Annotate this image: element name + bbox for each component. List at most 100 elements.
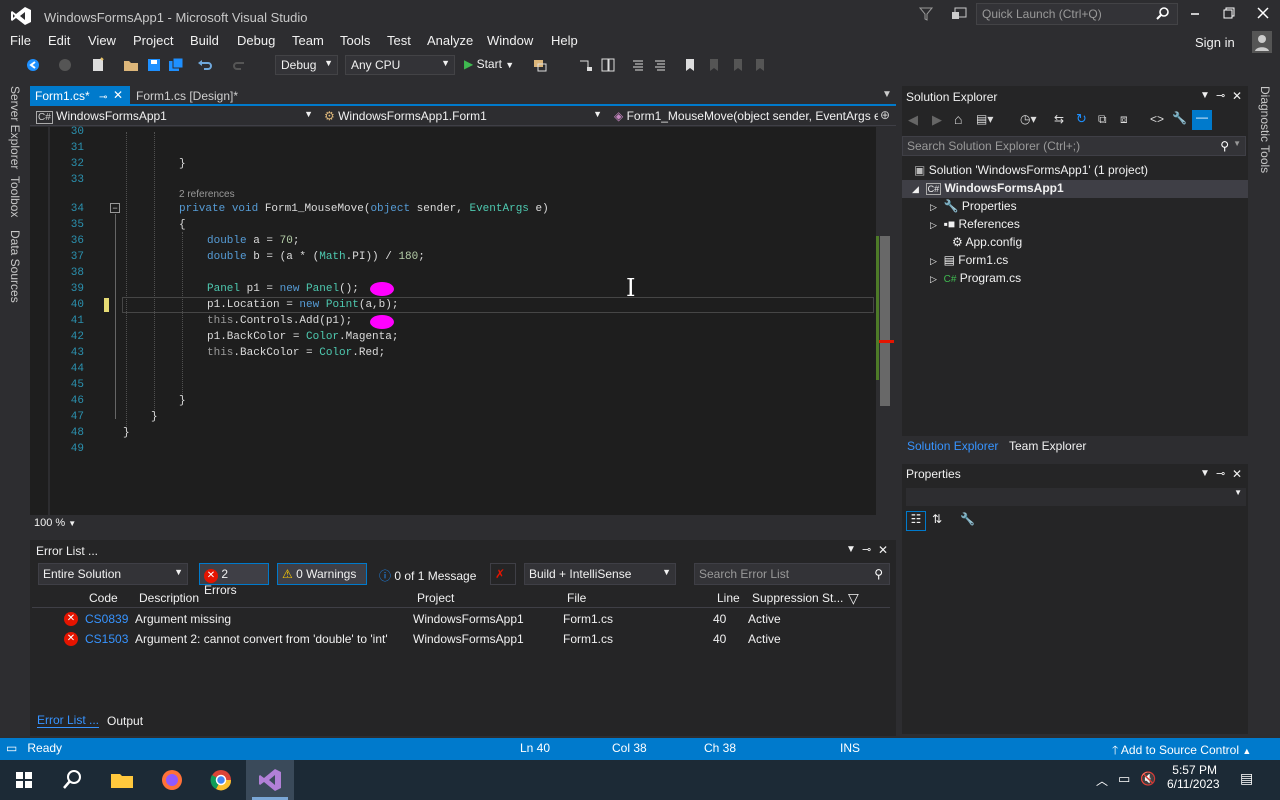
col-file[interactable]: File: [567, 591, 586, 605]
menu-help[interactable]: Help: [551, 33, 578, 48]
error-search-input[interactable]: Search Error List ⚲: [694, 563, 890, 585]
warnings-filter-button[interactable]: ⚠ 0 Warnings: [277, 563, 367, 585]
file-explorer-icon[interactable]: [108, 766, 136, 794]
menu-debug[interactable]: Debug: [237, 33, 275, 48]
menu-build[interactable]: Build: [190, 33, 219, 48]
switch-views-icon[interactable]: ▤▾: [976, 112, 993, 126]
se-back-icon[interactable]: ◀: [908, 112, 918, 128]
scope-dropdown[interactable]: Entire Solution ▼: [38, 563, 188, 585]
firefox-icon[interactable]: [158, 766, 186, 794]
object-selector[interactable]: ▼: [906, 488, 1246, 506]
undo-icon[interactable]: [197, 57, 213, 73]
errors-filter-button[interactable]: ✕ 2 Errors: [199, 563, 269, 597]
menu-tools[interactable]: Tools: [340, 33, 370, 48]
step-into-icon[interactable]: [578, 57, 594, 73]
quick-launch-input[interactable]: Quick Launch (Ctrl+Q): [976, 3, 1178, 25]
sign-in-link[interactable]: Sign in: [1195, 35, 1235, 50]
volume-mute-icon[interactable]: 🔇: [1140, 771, 1156, 787]
menu-view[interactable]: View: [88, 33, 116, 48]
collapse-all-icon[interactable]: ⧉: [1098, 112, 1107, 127]
se-forward-icon[interactable]: ▶: [932, 112, 942, 128]
view-code-icon[interactable]: <>: [1150, 112, 1164, 126]
build-filter-dropdown[interactable]: Build + IntelliSense ▼: [524, 563, 676, 585]
code-editor[interactable]: [30, 127, 896, 515]
tab-output[interactable]: Output: [107, 714, 143, 728]
column-filter-icon[interactable]: ▽: [848, 590, 859, 607]
diagnostic-tools-tab[interactable]: Diagnostic Tools: [1258, 86, 1272, 173]
new-project-icon[interactable]: [90, 57, 106, 73]
clear-bookmarks-icon[interactable]: [752, 57, 768, 73]
tree-item-app-config[interactable]: ⚙ App.config: [952, 235, 1022, 249]
tab-team-explorer[interactable]: Team Explorer: [1009, 439, 1086, 453]
categorized-icon[interactable]: ☷: [906, 511, 926, 531]
forward-icon[interactable]: [57, 57, 73, 73]
pin-icon[interactable]: ⊸: [99, 92, 107, 103]
sync-icon[interactable]: ⇆: [1054, 112, 1064, 126]
solution-search-input[interactable]: Search Solution Explorer (Ctrl+;) ⚲ ▼: [902, 136, 1246, 156]
alphabetical-icon[interactable]: ⇅: [932, 512, 942, 526]
menu-team[interactable]: Team: [292, 33, 324, 48]
tab-list-dropdown-icon[interactable]: ▼: [882, 89, 892, 100]
pin-icon[interactable]: ⊸: [1216, 467, 1225, 480]
uncomment-icon[interactable]: [652, 57, 668, 73]
pin-icon[interactable]: ⊸: [1216, 89, 1225, 102]
back-icon[interactable]: [25, 57, 41, 73]
menu-project[interactable]: Project: [133, 33, 173, 48]
configuration-dropdown[interactable]: Debug ▼: [275, 55, 338, 75]
restore-icon[interactable]: [1222, 6, 1236, 20]
tab-solution-explorer[interactable]: Solution Explorer: [907, 439, 998, 453]
col-project[interactable]: Project: [417, 591, 454, 605]
platform-dropdown[interactable]: Any CPU ▼: [345, 55, 455, 75]
col-line[interactable]: Line: [717, 591, 740, 605]
taskbar-clock[interactable]: 5:57 PM 6/11/2023: [1167, 763, 1220, 791]
show-hidden-icons[interactable]: ︿: [1096, 772, 1108, 789]
panel-menu-icon[interactable]: ▼: [1200, 468, 1210, 479]
prev-bookmark-icon[interactable]: [706, 57, 722, 73]
step-over-icon[interactable]: [600, 57, 616, 73]
toolbox-tab[interactable]: Toolbox: [8, 176, 22, 217]
save-all-icon[interactable]: [168, 57, 184, 73]
tab-form1-design[interactable]: Form1.cs [Design]*: [136, 89, 238, 103]
browser-link-icon[interactable]: [532, 57, 548, 73]
messages-filter-button[interactable]: ⓘ 0 of 1 Message: [374, 563, 482, 585]
error-code-link[interactable]: CS1503: [85, 632, 128, 646]
tree-item-program[interactable]: ▷ C# Program.cs: [930, 271, 1021, 285]
add-to-source-control[interactable]: 🡑 Add to Source Control ▲: [1112, 741, 1251, 762]
project-node[interactable]: ◢ C# WindowsFormsApp1: [912, 181, 1064, 195]
collapse-icon[interactable]: −: [110, 203, 120, 213]
pending-changes-icon[interactable]: ◷▾: [1020, 112, 1037, 126]
tree-item-properties[interactable]: ▷ 🔧 Properties: [930, 199, 1017, 213]
property-pages-icon[interactable]: 🔧: [960, 512, 975, 526]
redo-icon[interactable]: [232, 57, 248, 73]
windows-start-icon[interactable]: [10, 766, 38, 794]
bookmark-icon[interactable]: [682, 57, 698, 73]
panel-menu-icon[interactable]: ▼: [1200, 90, 1210, 101]
split-icon[interactable]: ⊕: [880, 108, 890, 122]
class-dropdown[interactable]: ⚙ WindowsFormsApp1.Form1 ▼: [320, 107, 606, 126]
live-share-icon[interactable]: [950, 6, 968, 22]
col-description[interactable]: Description: [139, 591, 199, 605]
notifications-icon[interactable]: ▤: [1240, 770, 1253, 787]
menu-file[interactable]: File: [10, 33, 31, 48]
menu-edit[interactable]: Edit: [48, 33, 70, 48]
solution-node[interactable]: ▣ Solution 'WindowsFormsApp1' (1 project…: [914, 163, 1148, 177]
search-icon[interactable]: ⚲: [874, 567, 883, 581]
close-icon[interactable]: ✕: [1232, 467, 1242, 481]
start-button[interactable]: ▶ Start ▼: [464, 57, 514, 71]
menu-analyze[interactable]: Analyze: [427, 33, 473, 48]
close-tab-icon[interactable]: ✕: [113, 88, 123, 102]
error-code-link[interactable]: CS0839: [85, 612, 128, 626]
search-icon[interactable]: [1156, 6, 1170, 20]
refresh-icon[interactable]: ↻: [1076, 111, 1087, 127]
project-dropdown[interactable]: C# WindowsFormsApp1 ▼: [32, 107, 317, 126]
menu-window[interactable]: Window: [487, 33, 533, 48]
show-all-files-icon[interactable]: ⧈: [1120, 112, 1128, 127]
data-sources-tab[interactable]: Data Sources: [8, 230, 22, 303]
zoom-dropdown[interactable]: 100 % ▼: [34, 517, 76, 529]
member-dropdown[interactable]: ◈ Form1_MouseMove(object sender, EventAr…: [610, 107, 878, 126]
panel-menu-icon[interactable]: ▼: [846, 544, 856, 555]
minimize-icon[interactable]: [1188, 6, 1202, 20]
account-icon[interactable]: [1252, 31, 1272, 53]
close-icon[interactable]: [1256, 6, 1270, 20]
visual-studio-taskbar-icon[interactable]: [256, 766, 284, 794]
